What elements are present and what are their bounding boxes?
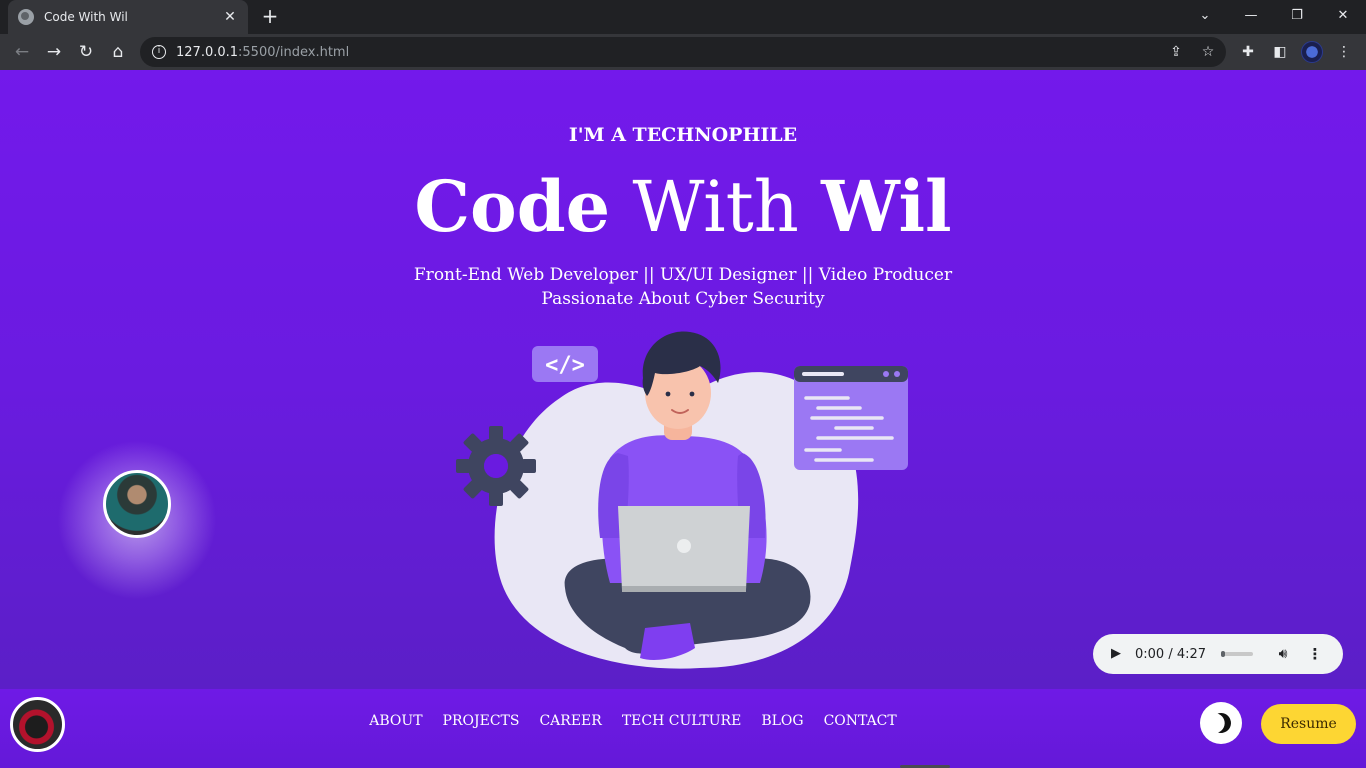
page-viewport: I'M A TECHNOPHILE Code With Wil Front-En… [0,70,1366,768]
reload-icon[interactable]: ↻ [74,40,98,64]
svg-text:</>: </> [545,353,585,378]
back-icon[interactable]: ← [10,40,34,64]
volume-icon[interactable]: 🔊︎ [1273,646,1293,662]
nav-links: ABOUT PROJECTS CAREER TECH CULTURE BLOG … [0,713,1266,729]
star-icon[interactable]: ☆ [1200,44,1216,60]
restore-button[interactable]: ❐ [1274,0,1320,30]
hero-tagline-passion: Passionate About Cyber Security [541,289,825,309]
nav-link-projects[interactable]: PROJECTS [443,713,520,729]
audio-progress-bar[interactable] [1221,651,1253,657]
developer-illustration: </> [456,331,908,669]
more-options-icon[interactable]: ⋮ [1307,645,1323,663]
code-tag-icon: </> [532,346,598,382]
new-tab-button[interactable]: + [258,4,282,28]
profile-photo[interactable] [103,470,171,538]
moon-icon [1208,710,1234,736]
resume-button[interactable]: Resume [1261,704,1356,744]
home-icon[interactable]: ⌂ [106,40,130,64]
menu-icon[interactable]: ⋮ [1334,42,1354,62]
close-window-button[interactable]: ✕ [1320,0,1366,30]
hero-tagline-roles: Front-End Web Developer || UX/UI Designe… [413,265,953,285]
close-tab-icon[interactable]: ✕ [222,9,238,25]
hero-title-with: With [632,166,799,248]
hero-eyebrow: I'M A TECHNOPHILE [568,124,798,146]
hero-title-wil: Wil [821,165,952,248]
hero-title: Code With Wil [0,164,1366,250]
hero-title-code: Code [414,165,611,248]
bottom-navbar: ABOUT PROJECTS CAREER TECH CULTURE BLOG … [0,689,1366,768]
forward-icon[interactable]: → [42,40,66,64]
globe-icon [18,9,34,25]
minimize-button[interactable]: — [1228,0,1274,30]
nav-link-career[interactable]: CAREER [539,713,601,729]
extensions-icon[interactable]: ✚ [1238,42,1258,62]
url-path: :5500/index.html [238,44,350,60]
theme-toggle-button[interactable] [1200,702,1242,744]
address-bar[interactable]: i 127.0.0.1:5500/index.html ⇪ ☆ [140,37,1226,67]
nav-link-about[interactable]: ABOUT [369,713,422,729]
nav-link-blog[interactable]: BLOG [761,713,803,729]
profile-avatar[interactable] [1301,41,1323,63]
url-host: 127.0.0.1 [176,44,239,60]
tab-title: Code With Wil [44,10,128,24]
audio-player[interactable]: ▶ 0:00 / 4:27 🔊︎ ⋮ [1093,634,1343,674]
gear-icon [456,426,536,506]
code-window-icon [794,366,908,470]
browser-toolbar: ← → ↻ ⌂ i 127.0.0.1:5500/index.html ⇪ ☆ … [0,34,1366,70]
browser-tabstrip: Code With Wil ✕ + ⌄ — ❐ ✕ [0,0,1366,34]
nav-link-tech-culture[interactable]: TECH CULTURE [622,713,742,729]
audio-time: 0:00 / 4:27 [1135,646,1207,662]
sidepanel-icon[interactable]: ◧ [1270,42,1290,62]
nav-link-contact[interactable]: CONTACT [824,713,897,729]
share-icon[interactable]: ⇪ [1168,44,1184,60]
browser-tab[interactable]: Code With Wil ✕ [8,0,248,34]
play-icon[interactable]: ▶ [1107,645,1125,663]
tab-search-icon[interactable]: ⌄ [1182,0,1228,30]
info-icon[interactable]: i [152,45,166,59]
